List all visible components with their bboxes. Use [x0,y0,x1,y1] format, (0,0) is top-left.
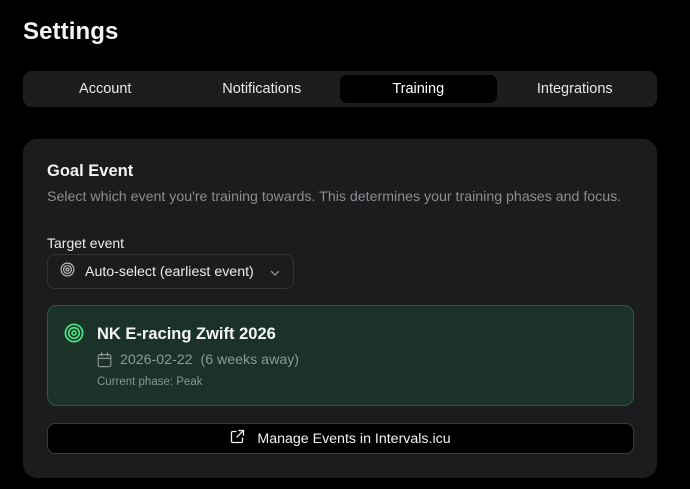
target-icon [64,323,84,348]
tab-training[interactable]: Training [340,75,497,103]
manage-events-label: Manage Events in Intervals.icu [257,430,451,447]
event-date: 2026-02-22 [120,352,193,368]
tab-account[interactable]: Account [27,75,184,103]
event-away: (6 weeks away) [200,352,300,368]
event-date-line: 2026-02-22 (6 weeks away) [120,352,299,368]
target-icon [60,262,75,282]
target-event-select[interactable]: Auto-select (earliest event) [47,254,294,289]
select-value: Auto-select (earliest event) [85,263,254,280]
calendar-icon [97,352,112,373]
tab-notifications[interactable]: Notifications [184,75,341,103]
card-description: Select which event you're training towar… [47,189,622,205]
goal-event-card: Goal Event Select which event you're tra… [23,139,657,478]
external-link-icon [230,429,245,449]
page-title: Settings [23,18,119,45]
card-title: Goal Event [47,162,134,180]
event-name: NK E-racing Zwift 2026 [97,325,276,343]
settings-tabs: Account Notifications Training Integrati… [23,71,657,107]
chevron-down-icon [269,266,281,278]
manage-events-button[interactable]: Manage Events in Intervals.icu [47,423,634,454]
event-phase: Current phase: Peak [97,376,203,388]
tab-integrations[interactable]: Integrations [497,75,654,103]
target-event-label: Target event [47,235,125,251]
selected-event-panel: NK E-racing Zwift 2026 2026-02-22 (6 wee… [47,305,634,406]
